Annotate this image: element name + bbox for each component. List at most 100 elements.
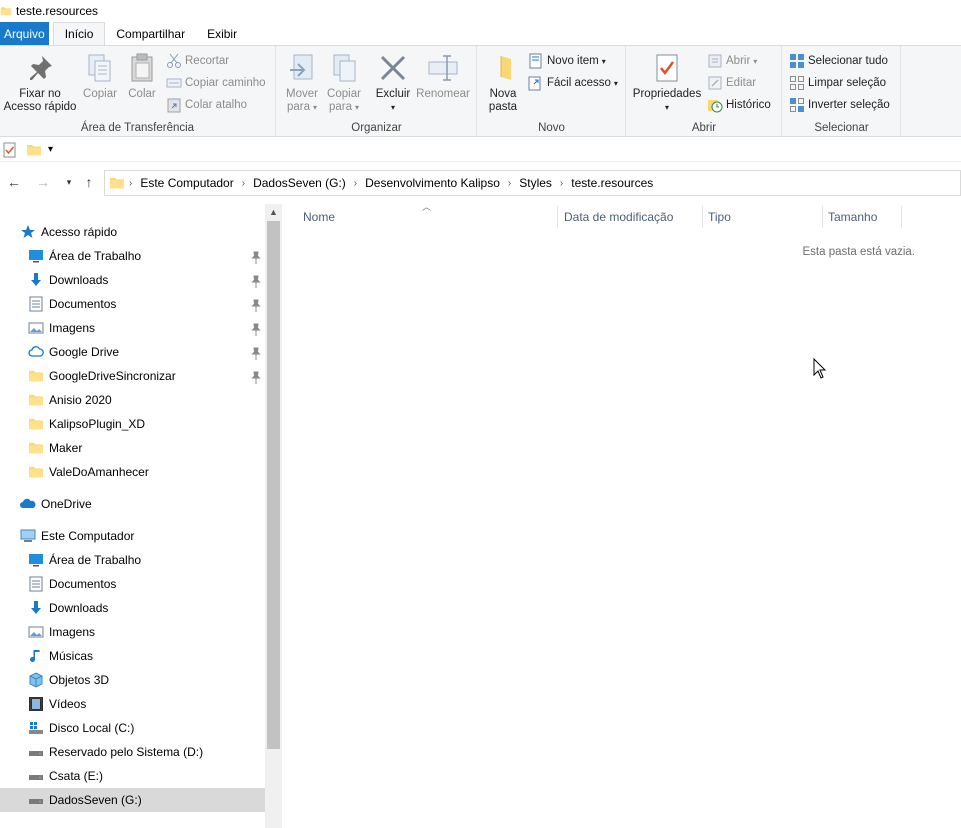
tab-inicio[interactable]: Início — [52, 22, 106, 45]
delete-button[interactable]: Excluir ▾ — [373, 52, 413, 114]
chevron-right-icon[interactable]: › — [350, 178, 361, 189]
nav-pc-reserved-d[interactable]: Reservado pelo Sistema (D:) — [28, 740, 203, 764]
copy-to-button[interactable]: Copiar para ▾ — [323, 52, 365, 114]
group-organize: Mover para ▾ Copiar para ▾ Excluir ▾ Renom… — [277, 46, 477, 136]
nav-quick-desktop[interactable]: Área de Trabalho — [28, 244, 141, 268]
properties-small-icon[interactable] — [2, 142, 18, 158]
scroll-thumb[interactable] — [267, 221, 280, 749]
nav-pc-downloads[interactable]: Downloads — [28, 596, 108, 620]
nav-quick-pictures[interactable]: Imagens — [28, 316, 95, 340]
move-to-label-2: para — [286, 101, 310, 113]
easy-access-button[interactable]: Fácil acesso ▾ — [528, 73, 618, 93]
folder-icon — [28, 368, 44, 384]
nav-quick-access[interactable]: Acesso rápido — [20, 220, 117, 244]
new-folder-label-2: pasta — [488, 101, 518, 113]
cut-button[interactable]: Recortar — [166, 51, 229, 71]
customize-toolbar-icon[interactable]: ▾ — [48, 144, 53, 155]
nav-pc-music[interactable]: Músicas — [28, 644, 93, 668]
forward-arrow-icon[interactable]: → — [35, 174, 51, 190]
nav-pc-csata-e[interactable]: Csata (E:) — [28, 764, 103, 788]
copy-path-button[interactable]: Copiar caminho — [166, 73, 266, 93]
paste-button[interactable]: Colar — [122, 52, 162, 101]
rename-button[interactable]: Renomear — [415, 52, 471, 101]
nav-pc-pictures[interactable]: Imagens — [28, 620, 95, 644]
new-folder-small-icon[interactable] — [26, 142, 42, 158]
scroll-up-icon[interactable]: ▲ — [265, 204, 282, 221]
pin-icon[interactable] — [250, 299, 262, 313]
invert-selection-button[interactable]: Inverter seleção — [789, 95, 890, 115]
select-all-button[interactable]: Selecionar tudo — [789, 51, 888, 71]
paste-shortcut-button[interactable]: Colar atalho — [166, 95, 247, 115]
properties-button[interactable]: Propriedades ▾ — [631, 52, 703, 114]
history-label: Histórico — [726, 99, 771, 111]
chevron-right-icon[interactable]: › — [125, 178, 136, 189]
column-header-name[interactable]: Nome — [298, 206, 558, 228]
pin-icon[interactable] — [250, 347, 262, 361]
nav-pc-documents[interactable]: Documentos — [28, 572, 116, 596]
nav-quick-maker[interactable]: Maker — [28, 436, 82, 460]
breadcrumb-styles[interactable]: Styles — [515, 176, 556, 190]
chevron-right-icon[interactable]: › — [238, 178, 249, 189]
chevron-down-icon: ▾ — [390, 103, 395, 112]
chevron-right-icon[interactable]: › — [556, 178, 567, 189]
copy-button[interactable]: Copiar — [80, 52, 120, 101]
column-header-size[interactable]: Tamanho — [823, 206, 902, 228]
breadcrumb-teste-resources[interactable]: teste.resources — [567, 176, 657, 190]
nav-label: Vídeos — [49, 697, 87, 711]
tab-arquivo[interactable]: Arquivo — [0, 22, 49, 45]
breadcrumb-dadosseven[interactable]: DadosSeven (G:) — [249, 176, 350, 190]
nav-label: Acesso rápido — [41, 225, 118, 239]
pin-icon[interactable] — [250, 323, 262, 337]
recent-locations-chevron-icon[interactable]: ▾ — [61, 174, 77, 190]
nav-quick-downloads[interactable]: Downloads — [28, 268, 108, 292]
column-header-date-modified[interactable]: Data de modificação — [559, 206, 703, 228]
column-header-type[interactable]: Tipo — [703, 206, 823, 228]
breadcrumb-desenvolvimento-kalipso[interactable]: Desenvolvimento Kalipso — [361, 176, 504, 190]
new-item-button[interactable]: Novo item ▾ — [528, 51, 606, 71]
back-arrow-icon[interactable]: ← — [6, 174, 22, 190]
easy-access-label: Fácil acesso — [547, 77, 611, 89]
tab-compartilhar[interactable]: Compartilhar — [105, 22, 196, 45]
nav-quick-valedoamanhecer[interactable]: ValeDoAmanhecer — [28, 460, 149, 484]
nav-quick-anisio-2020[interactable]: Anisio 2020 — [28, 388, 112, 412]
pin-icon[interactable] — [250, 251, 262, 265]
nav-pc-videos[interactable]: Vídeos — [28, 692, 86, 716]
folder-icon — [28, 464, 44, 480]
edit-button[interactable]: Editar — [707, 73, 756, 93]
address-bar[interactable]: › Este Computador › DadosSeven (G:) › De… — [104, 170, 961, 196]
nav-pc-3d-objects[interactable]: Objetos 3D — [28, 668, 109, 692]
pictures-icon — [28, 322, 44, 334]
rename-icon — [428, 55, 458, 81]
pin-icon[interactable] — [250, 371, 262, 385]
open-button[interactable]: Abrir ▾ — [707, 51, 757, 71]
chevron-right-icon[interactable]: › — [504, 178, 515, 189]
nav-pc-desktop[interactable]: Área de Trabalho — [28, 548, 141, 572]
nav-label: Anisio 2020 — [49, 393, 112, 407]
pin-icon[interactable] — [250, 275, 262, 289]
film-icon — [29, 697, 43, 711]
nav-quick-googledrivesincronizar[interactable]: GoogleDriveSincronizar — [28, 364, 176, 388]
nav-pane-scrollbar[interactable]: ▲ — [265, 204, 282, 828]
nav-label: Documentos — [49, 297, 117, 311]
ribbon: Fixar no Acesso rápido Copiar Colar Reco… — [0, 45, 961, 137]
move-to-button[interactable]: Mover para ▾ — [281, 52, 323, 114]
nav-onedrive[interactable]: OneDrive — [20, 492, 92, 516]
breadcrumb-este-computador[interactable]: Este Computador — [136, 176, 237, 190]
open-group-label: Abrir — [691, 122, 717, 134]
nav-quick-documents[interactable]: Documentos — [28, 292, 116, 316]
tab-exibir[interactable]: Exibir — [196, 22, 248, 45]
new-folder-button[interactable]: Nova pasta — [482, 52, 524, 114]
up-arrow-icon[interactable]: ↑ — [81, 174, 97, 190]
nav-pc-local-disk-c[interactable]: Disco Local (C:) — [28, 716, 134, 740]
history-button[interactable]: Histórico — [707, 95, 771, 115]
file-list[interactable]: ︿ Nome Data de modificação Tipo Tamanho … — [284, 198, 961, 828]
nav-quick-google-drive[interactable]: Google Drive — [28, 340, 119, 364]
pin-label-2: Acesso rápido — [3, 101, 77, 113]
group-select: Selecionar tudo Limpar seleção Inverter … — [783, 46, 901, 136]
nav-quick-kalipsoplugin-xd[interactable]: KalipsoPlugin_XD — [28, 412, 145, 436]
paste-shortcut-label: Colar atalho — [185, 99, 248, 111]
nav-this-pc[interactable]: Este Computador — [20, 524, 134, 548]
nav-pc-dadosseven-g[interactable]: DadosSeven (G:) — [0, 788, 265, 812]
pin-quick-access-button[interactable]: Fixar no Acesso rápido — [2, 52, 78, 114]
select-none-button[interactable]: Limpar seleção — [789, 73, 886, 93]
